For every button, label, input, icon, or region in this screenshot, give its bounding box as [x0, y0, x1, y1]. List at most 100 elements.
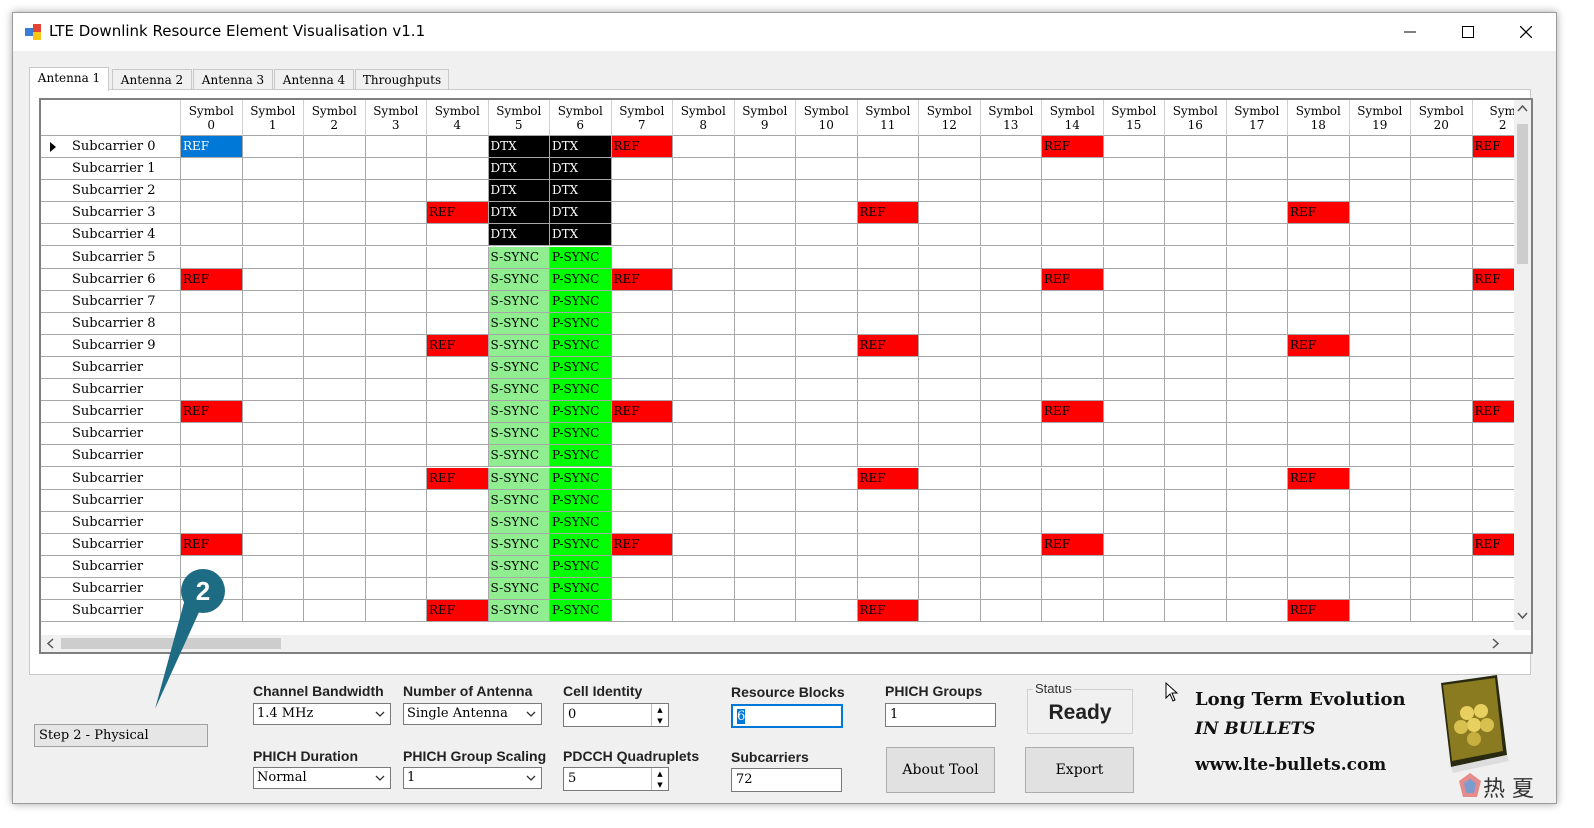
- grid-cell[interactable]: [427, 224, 489, 247]
- grid-cell[interactable]: [1226, 511, 1288, 534]
- grid-cell[interactable]: [1411, 158, 1473, 181]
- grid-cell[interactable]: P-SYNC: [550, 467, 612, 490]
- row-header[interactable]: Subcarrier 3: [41, 202, 181, 225]
- grid-cell[interactable]: [796, 312, 858, 335]
- grid-cell[interactable]: P-SYNC: [550, 445, 612, 468]
- grid-cell[interactable]: S-SYNC: [488, 268, 550, 291]
- grid-cell[interactable]: [611, 202, 673, 225]
- grid-cell[interactable]: P-SYNC: [550, 290, 612, 313]
- grid-cell[interactable]: [1349, 401, 1411, 424]
- grid-cell[interactable]: [304, 180, 366, 203]
- grid-cell[interactable]: [919, 379, 981, 402]
- grid-cell[interactable]: [1349, 334, 1411, 357]
- grid-cell[interactable]: [181, 224, 243, 247]
- grid-cell[interactable]: [1411, 136, 1473, 159]
- grid-cell[interactable]: [980, 600, 1042, 623]
- row-header[interactable]: Subcarrier: [41, 467, 181, 490]
- grid-cell[interactable]: [242, 334, 304, 357]
- grid-cell[interactable]: [1349, 312, 1411, 335]
- grid-cell[interactable]: [427, 158, 489, 181]
- grid-cell[interactable]: [1103, 180, 1165, 203]
- grid-cell[interactable]: [1226, 202, 1288, 225]
- grid-cell[interactable]: [304, 268, 366, 291]
- grid-cell[interactable]: [181, 511, 243, 534]
- grid-cell[interactable]: [304, 600, 366, 623]
- grid-cell[interactable]: DTX: [488, 136, 550, 159]
- column-header[interactable]: Symbol 16: [1165, 100, 1227, 136]
- grid-cell[interactable]: [242, 489, 304, 512]
- column-header[interactable]: Symbol 3: [365, 100, 427, 136]
- row-header[interactable]: Subcarrier: [41, 533, 181, 556]
- grid-cell[interactable]: [1349, 423, 1411, 446]
- column-header[interactable]: Symbol 19: [1349, 100, 1411, 136]
- cell-identity-spinner[interactable]: 0 ▲ ▼: [563, 703, 669, 727]
- grid-cell[interactable]: [1165, 423, 1227, 446]
- grid-cell[interactable]: P-SYNC: [550, 334, 612, 357]
- grid-cell[interactable]: [1103, 246, 1165, 269]
- grid-cell[interactable]: [365, 445, 427, 468]
- grid-cell[interactable]: [1411, 555, 1473, 578]
- grid-cell[interactable]: [980, 136, 1042, 159]
- grid-cell[interactable]: [1042, 467, 1104, 490]
- grid-cell[interactable]: S-SYNC: [488, 533, 550, 556]
- grid-cell[interactable]: [796, 533, 858, 556]
- grid-cell[interactable]: S-SYNC: [488, 334, 550, 357]
- resource-blocks-field[interactable]: 6: [731, 704, 843, 728]
- grid-cell[interactable]: [1042, 555, 1104, 578]
- grid-cell[interactable]: [1103, 423, 1165, 446]
- grid-cell[interactable]: [1411, 533, 1473, 556]
- grid-cell[interactable]: [734, 268, 796, 291]
- grid-cell[interactable]: [1349, 290, 1411, 313]
- grid-cell[interactable]: [1226, 246, 1288, 269]
- grid-cell[interactable]: [796, 268, 858, 291]
- grid-cell[interactable]: [304, 136, 366, 159]
- grid-cell[interactable]: [181, 312, 243, 335]
- grid-cell[interactable]: P-SYNC: [550, 246, 612, 269]
- subcarriers-field[interactable]: 72: [731, 768, 842, 792]
- grid-cell[interactable]: [1411, 423, 1473, 446]
- grid-cell[interactable]: [919, 312, 981, 335]
- grid-cell[interactable]: [919, 423, 981, 446]
- grid-cell[interactable]: REF: [1288, 600, 1350, 623]
- grid-cell[interactable]: [796, 511, 858, 534]
- grid-cell[interactable]: [980, 202, 1042, 225]
- grid-cell[interactable]: REF: [427, 600, 489, 623]
- grid-cell[interactable]: [304, 401, 366, 424]
- grid-cell[interactable]: [734, 511, 796, 534]
- grid-cell[interactable]: [796, 467, 858, 490]
- grid-cell[interactable]: [1103, 467, 1165, 490]
- grid-cell[interactable]: [427, 445, 489, 468]
- cell-identity-stepper[interactable]: ▲ ▼: [651, 704, 668, 726]
- grid-cell[interactable]: P-SYNC: [550, 555, 612, 578]
- grid-cell[interactable]: [1349, 246, 1411, 269]
- grid-cell[interactable]: [1042, 290, 1104, 313]
- grid-cell[interactable]: [1288, 578, 1350, 601]
- grid-cell[interactable]: [1288, 224, 1350, 247]
- grid-cell[interactable]: [427, 578, 489, 601]
- grid-cell[interactable]: [734, 290, 796, 313]
- grid-cell[interactable]: [611, 357, 673, 380]
- tab-antenna-3[interactable]: Antenna 3: [193, 69, 273, 90]
- grid-cell[interactable]: [304, 246, 366, 269]
- grid-cell[interactable]: [1349, 467, 1411, 490]
- grid-cell[interactable]: [427, 268, 489, 291]
- grid-cell[interactable]: [365, 533, 427, 556]
- grid-cell[interactable]: [242, 158, 304, 181]
- grid-cell[interactable]: [1411, 334, 1473, 357]
- column-header[interactable]: Symbol 0: [181, 100, 243, 136]
- grid-cell[interactable]: [181, 489, 243, 512]
- grid-cell[interactable]: [980, 357, 1042, 380]
- grid-cell[interactable]: [304, 423, 366, 446]
- grid-cell[interactable]: [980, 180, 1042, 203]
- row-header[interactable]: Subcarrier: [41, 379, 181, 402]
- grid-cell[interactable]: [1226, 180, 1288, 203]
- grid-cell[interactable]: [857, 379, 919, 402]
- column-header[interactable]: Symbol 12: [919, 100, 981, 136]
- grid-cell[interactable]: [734, 489, 796, 512]
- vertical-scrollbar[interactable]: [1514, 100, 1531, 630]
- grid-cell[interactable]: [857, 246, 919, 269]
- grid-cell[interactable]: [673, 489, 735, 512]
- grid-cell[interactable]: [796, 555, 858, 578]
- grid-cell[interactable]: [1288, 136, 1350, 159]
- grid-cell[interactable]: [1165, 555, 1227, 578]
